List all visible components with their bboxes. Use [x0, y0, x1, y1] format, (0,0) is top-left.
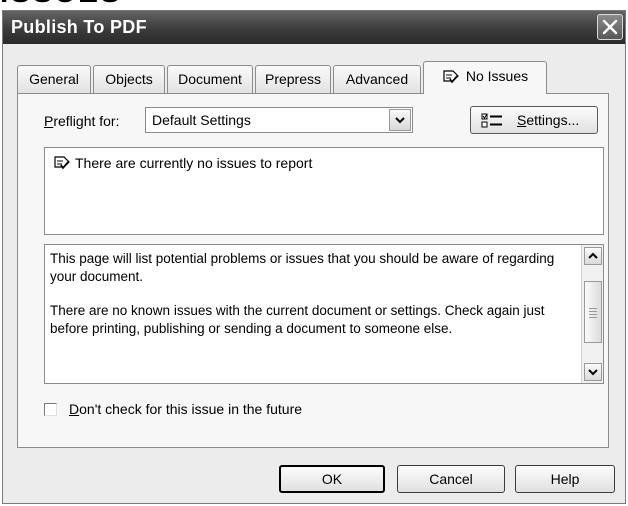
tab-general[interactable]: General	[17, 65, 91, 93]
check-document-icon	[443, 70, 459, 84]
preflight-label: Preflight for:	[44, 113, 120, 129]
dont-check-checkbox[interactable]	[44, 402, 57, 416]
dialog-title: Publish To PDF	[11, 17, 147, 37]
ok-button[interactable]: OK	[279, 465, 385, 493]
dont-check-label: Don't check for this issue in the future	[69, 401, 303, 417]
preflight-selected-value: Default Settings	[152, 112, 251, 128]
dont-check-row[interactable]: Don't check for this issue in the future	[44, 401, 302, 417]
tab-prepress[interactable]: Prepress	[255, 65, 331, 93]
cancel-button[interactable]: Cancel	[397, 465, 505, 493]
background-overflow-text: ISSUES	[0, 0, 628, 10]
scroll-down-button[interactable]	[584, 363, 602, 381]
description-text: This page will list potential problems o…	[50, 251, 555, 336]
checklist-icon	[481, 113, 502, 128]
publish-dialog: Publish To PDF General Objects Document …	[2, 10, 626, 504]
issue-message: There are currently no issues to report	[75, 155, 313, 171]
chevron-down-icon	[588, 369, 598, 376]
close-button[interactable]	[597, 14, 623, 40]
tab-objects[interactable]: Objects	[93, 65, 165, 93]
close-icon	[602, 19, 618, 35]
scroll-up-button[interactable]	[584, 247, 602, 265]
description-box[interactable]: This page will list potential problems o…	[44, 244, 604, 384]
vertical-scrollbar[interactable]	[581, 245, 603, 383]
check-document-icon	[54, 156, 70, 170]
preflight-dropdown[interactable]: Default Settings	[145, 107, 413, 133]
dropdown-button[interactable]	[389, 109, 411, 131]
scroll-thumb[interactable]	[584, 281, 602, 343]
tab-no-issues[interactable]: No Issues	[423, 61, 547, 94]
chevron-up-icon	[588, 252, 598, 259]
chevron-down-icon	[395, 117, 405, 124]
issues-list[interactable]: There are currently no issues to report	[44, 147, 604, 235]
tab-document[interactable]: Document	[167, 65, 253, 93]
title-bar[interactable]: Publish To PDF	[3, 11, 625, 44]
settings-button[interactable]: Settings...	[470, 106, 598, 134]
list-item[interactable]: There are currently no issues to report	[53, 155, 312, 171]
tab-advanced[interactable]: Advanced	[333, 65, 421, 93]
no-issues-panel: Preflight for: Default Settings Settings…	[17, 93, 609, 448]
help-button[interactable]: Help	[515, 465, 615, 493]
